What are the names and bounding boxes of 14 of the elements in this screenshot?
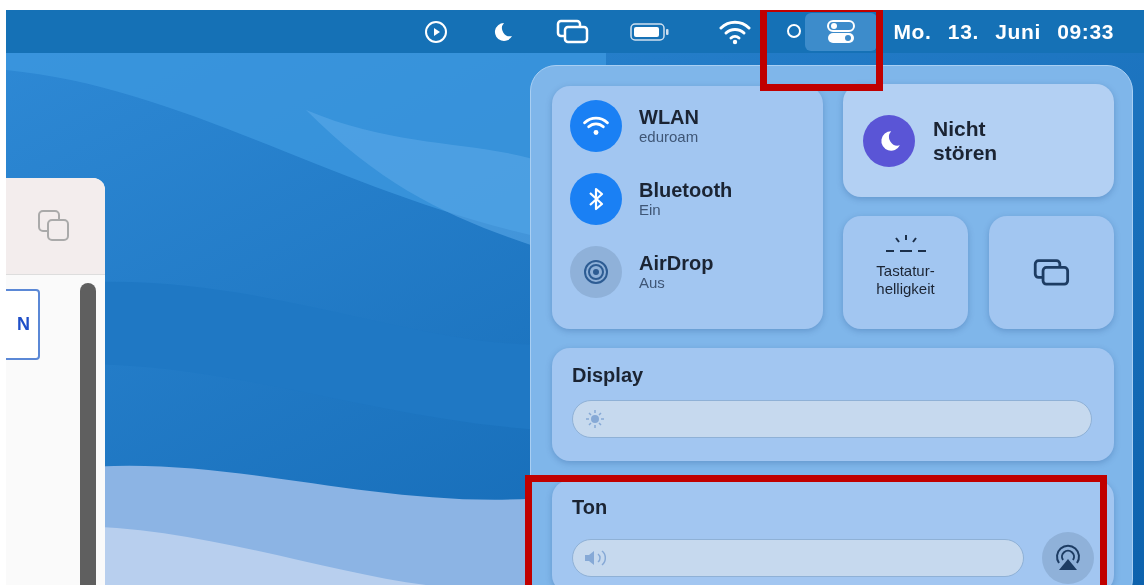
setting-status: eduroam — [639, 128, 699, 146]
focus-label: Nicht stören — [933, 117, 999, 164]
setting-status: Ein — [639, 201, 662, 219]
app-button[interactable]: N — [6, 289, 40, 360]
sound-title: Ton — [572, 495, 609, 520]
setting-status: Aus — [639, 274, 666, 292]
keyboard-brightness-label: Tastatur-helligkeit — [875, 262, 936, 298]
display-title: Display — [572, 363, 645, 388]
setting-name: WLAN — [639, 106, 699, 128]
menu-bar-clock[interactable]: Mo. 13. Juni 09:33 — [893, 15, 1114, 48]
focus-tile[interactable]: Nicht stören — [843, 84, 1114, 197]
setting-name: AirDrop — [639, 252, 714, 274]
setting-name: Bluetooth — [639, 179, 733, 201]
keyboard-brightness-tile[interactable]: Tastatur-helligkeit — [843, 216, 968, 329]
